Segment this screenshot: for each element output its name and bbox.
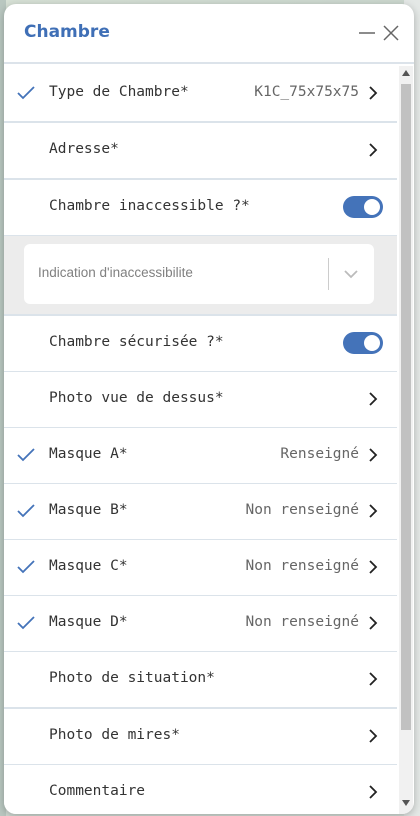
row-commentaire[interactable]: Commentaire bbox=[4, 765, 397, 814]
row-value: Renseigné bbox=[280, 446, 359, 462]
scrollbar-thumb[interactable] bbox=[401, 84, 411, 730]
row-photo-de-mires[interactable]: Photo de mires* bbox=[4, 709, 397, 766]
row-label: Type de Chambre* bbox=[49, 84, 189, 100]
row-masque-a[interactable]: Masque A* Renseigné bbox=[4, 428, 397, 485]
inaccessibility-subsection: Indication d'inaccessibilite bbox=[4, 236, 397, 316]
row-label: Masque B* bbox=[49, 502, 128, 518]
row-label: Photo vue de dessus* bbox=[49, 390, 224, 406]
row-value: Non renseigné bbox=[245, 502, 360, 518]
row-value: Non renseigné bbox=[245, 614, 360, 630]
vertical-scrollbar[interactable] bbox=[399, 66, 413, 814]
chevron-right-icon bbox=[369, 143, 378, 157]
row-label: Masque A* bbox=[49, 446, 128, 462]
row-masque-d[interactable]: Masque D* Non renseigné bbox=[4, 596, 397, 653]
field-list: Type de Chambre* K1C_75x75x75 Adresse* C… bbox=[4, 66, 397, 814]
chevron-right-icon bbox=[369, 392, 378, 406]
close-button[interactable] bbox=[378, 20, 404, 46]
check-icon bbox=[17, 448, 35, 462]
row-photo-de-situation[interactable]: Photo de situation* bbox=[4, 652, 397, 709]
securisee-toggle[interactable] bbox=[343, 332, 383, 354]
select-placeholder: Indication d'inaccessibilite bbox=[38, 265, 193, 280]
row-chambre-inaccessible: Chambre inaccessible ?* bbox=[4, 180, 397, 237]
minimize-button[interactable] bbox=[354, 20, 380, 46]
row-label: Masque D* bbox=[49, 614, 128, 630]
row-masque-b[interactable]: Masque B* Non renseigné bbox=[4, 484, 397, 541]
chevron-right-icon bbox=[369, 785, 378, 799]
row-chambre-securisee: Chambre sécurisée ?* bbox=[4, 316, 397, 373]
row-adresse[interactable]: Adresse* bbox=[4, 123, 397, 180]
row-label: Commentaire bbox=[49, 783, 146, 799]
minimize-icon bbox=[359, 32, 375, 34]
row-masque-c[interactable]: Masque C* Non renseigné bbox=[4, 540, 397, 597]
row-label: Masque C* bbox=[49, 558, 128, 574]
row-value: K1C_75x75x75 bbox=[254, 84, 359, 100]
row-label: Photo de situation* bbox=[49, 670, 215, 686]
row-value: Non renseigné bbox=[245, 558, 360, 574]
chevron-right-icon bbox=[369, 86, 378, 100]
toggle-knob bbox=[364, 335, 380, 351]
inaccessible-toggle[interactable] bbox=[343, 196, 383, 218]
chambre-panel: Chambre Type de Chambre* K1C_75x75x75 Ad… bbox=[4, 4, 414, 814]
panel-title: Chambre bbox=[24, 22, 110, 42]
row-label: Adresse* bbox=[49, 141, 119, 157]
chevron-right-icon bbox=[369, 504, 378, 518]
chevron-right-icon bbox=[369, 616, 378, 630]
chevron-right-icon bbox=[369, 560, 378, 574]
toggle-knob bbox=[364, 199, 380, 215]
panel-header: Chambre bbox=[4, 4, 414, 64]
row-type-de-chambre[interactable]: Type de Chambre* K1C_75x75x75 bbox=[4, 66, 397, 123]
chevron-down-icon bbox=[344, 270, 358, 279]
row-photo-vue-de-dessus[interactable]: Photo vue de dessus* bbox=[4, 372, 397, 429]
chevron-right-icon bbox=[369, 448, 378, 462]
close-icon bbox=[383, 25, 399, 41]
row-label: Photo de mires* bbox=[49, 727, 180, 743]
check-icon bbox=[17, 616, 35, 630]
inaccessibility-select[interactable]: Indication d'inaccessibilite bbox=[24, 244, 374, 304]
check-icon bbox=[17, 504, 35, 518]
chevron-right-icon bbox=[369, 729, 378, 743]
select-separator bbox=[328, 258, 329, 290]
check-icon bbox=[17, 86, 35, 100]
chevron-right-icon bbox=[369, 672, 378, 686]
check-icon bbox=[17, 560, 35, 574]
row-label: Chambre sécurisée ?* bbox=[49, 334, 224, 350]
row-label: Chambre inaccessible ?* bbox=[49, 198, 250, 214]
scroll-up-arrow-icon[interactable] bbox=[402, 70, 410, 76]
scroll-down-arrow-icon[interactable] bbox=[402, 800, 410, 806]
